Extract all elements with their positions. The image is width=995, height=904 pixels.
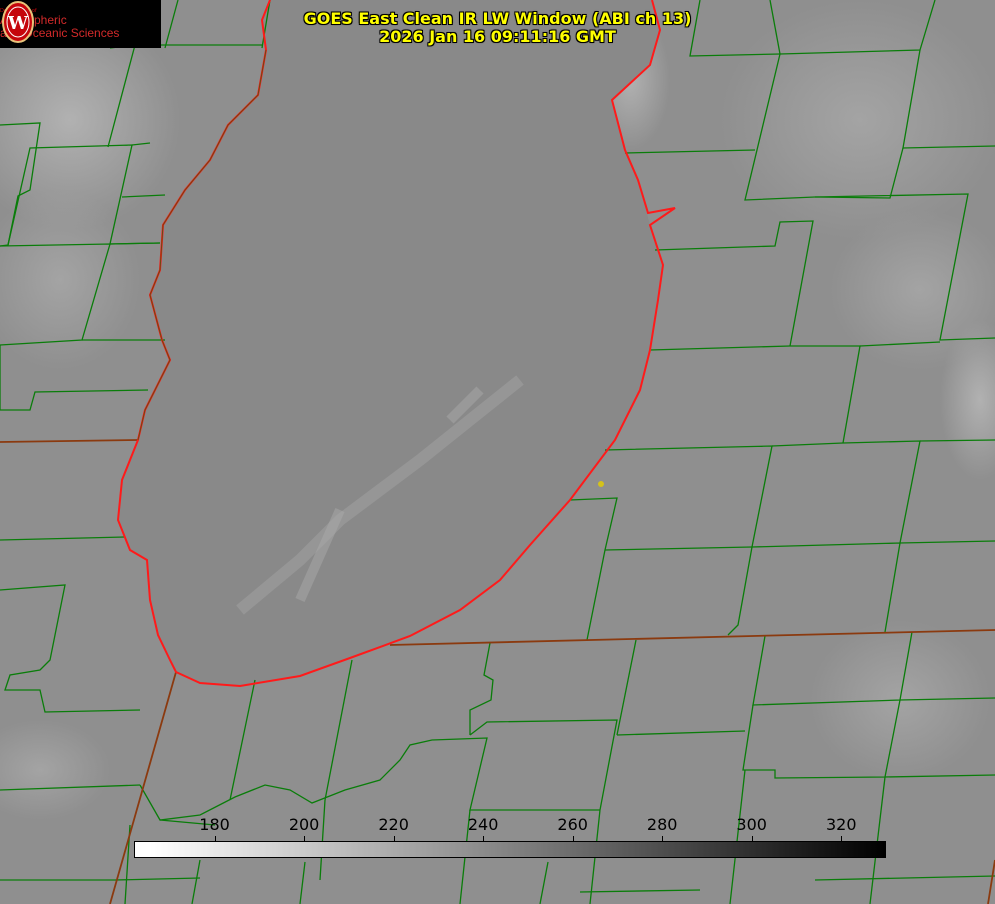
colorbar-tick-label: 240 <box>467 815 499 834</box>
title-product: GOES East Clean IR LW Window (ABI ch 13) <box>303 9 692 28</box>
crest-letter: W <box>7 13 29 34</box>
image-title: GOES East Clean IR LW Window (ABI ch 13)… <box>260 10 735 46</box>
temperature-colorbar <box>134 841 886 858</box>
colorbar-tick-mark <box>483 836 484 842</box>
colorbar-tick-mark <box>573 836 574 842</box>
colorbar-tick-label: 200 <box>288 815 320 834</box>
cloud-patch <box>720 0 995 240</box>
colorbar-tick-label: 180 <box>199 815 230 834</box>
colorbar-tick-label: 280 <box>646 815 678 834</box>
colorbar-tick-label: 300 <box>736 815 767 834</box>
colorbar-tick-label: 220 <box>378 815 409 834</box>
colorbar-tick-mark <box>394 836 395 842</box>
colorbar-tick-mark <box>304 836 305 842</box>
map-canvas <box>0 0 995 904</box>
colorbar-tick-mark <box>841 836 842 842</box>
satellite-image-map[interactable]: W Department of Atmospheric and Oceanic … <box>0 0 995 904</box>
station-marker <box>598 481 604 487</box>
title-timestamp: 2026 Jan 16 09:11:16 GMT <box>379 27 616 46</box>
colorbar-tick-label: 320 <box>825 815 857 834</box>
colorbar-tick-mark <box>215 836 216 842</box>
colorbar-tick-mark <box>752 836 753 842</box>
colorbar-tick-mark <box>662 836 663 842</box>
uw-crest-icon: W <box>2 1 34 43</box>
uw-aos-logo: W Department of Atmospheric and Oceanic … <box>0 0 161 48</box>
colorbar-tick-label: 260 <box>557 815 588 834</box>
